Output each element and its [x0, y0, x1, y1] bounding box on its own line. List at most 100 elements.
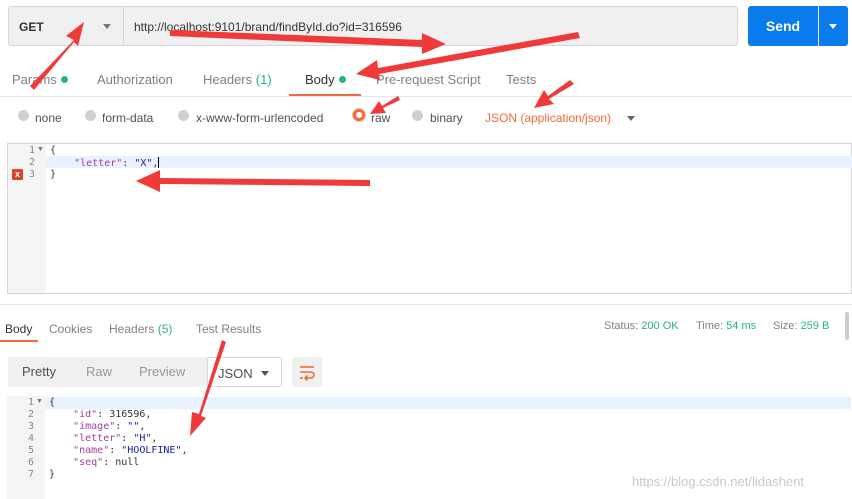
response-divider [0, 304, 852, 305]
tab-prerequest-script[interactable]: Pre-request Script [376, 72, 481, 87]
preview-button[interactable]: Preview [139, 357, 185, 387]
json-value: "" [127, 421, 140, 432]
radio-form-data[interactable] [85, 110, 96, 121]
chevron-down-icon [261, 371, 269, 376]
method-label: GET [19, 20, 44, 34]
code-line: { [50, 145, 57, 156]
line-number: 6 [27, 457, 34, 468]
json-comma: , [145, 409, 152, 420]
line-number: 3 [27, 421, 34, 432]
radio-binary-label: binary [430, 111, 463, 125]
method-select[interactable]: GET [8, 6, 124, 46]
chevron-down-icon [829, 24, 837, 29]
tab-params[interactable]: Params [12, 72, 68, 87]
raw-button[interactable]: Raw [86, 357, 112, 387]
url-text: http://localhost:9101/brand/findById.do?… [134, 20, 402, 34]
response-tab-cookies[interactable]: Cookies [49, 322, 92, 336]
radio-raw-label: raw [371, 111, 391, 125]
send-button[interactable]: Send [748, 6, 818, 46]
code-line: "name": "HOOLFINE", [73, 445, 188, 456]
scrollbar-handle[interactable] [845, 312, 849, 340]
fold-arrow-icon[interactable]: ▼ [37, 146, 44, 153]
code-line: { [49, 397, 56, 408]
json-comma: , [151, 433, 158, 444]
response-format-select[interactable]: JSON [207, 357, 282, 387]
line-number: 1 [27, 397, 34, 408]
json-value: "H" [133, 433, 152, 444]
json-key: "letter" [74, 158, 123, 169]
chevron-down-icon [103, 24, 111, 29]
radio-urlencoded[interactable] [178, 110, 189, 121]
line-number: 2 [28, 157, 35, 168]
code-line: "image": "", [73, 421, 146, 432]
radio-raw[interactable] [353, 109, 365, 121]
active-line-highlight [45, 397, 851, 409]
content-type-select[interactable]: JSON (application/json) [485, 111, 611, 125]
active-dot-icon [338, 76, 346, 83]
time-label: Time: [696, 320, 724, 332]
json-separator: : [122, 158, 135, 169]
wrap-lines-icon [300, 366, 315, 382]
json-value: 316596 [109, 409, 146, 420]
radio-none[interactable] [18, 110, 29, 121]
line-number: 4 [27, 433, 34, 444]
send-options-button[interactable] [819, 6, 848, 46]
status-value: 200 OK [641, 320, 679, 332]
pretty-button[interactable]: Pretty [22, 357, 56, 387]
time-info[interactable]: Time: 54 ms [696, 320, 756, 332]
url-input[interactable]: http://localhost:9101/brand/findById.do?… [124, 6, 738, 46]
line-number: 3 [28, 169, 35, 180]
line-number: 2 [27, 409, 34, 420]
tab-authorization[interactable]: Authorization [97, 72, 173, 87]
radio-none-label: none [35, 111, 62, 125]
code-line: } [50, 169, 57, 180]
json-comma: , [181, 445, 188, 456]
radio-binary[interactable] [412, 110, 423, 121]
tab-body-label: Body [305, 72, 335, 87]
line-number: 1 [28, 145, 35, 156]
json-value: "X" [134, 158, 153, 169]
json-comma: , [139, 421, 146, 432]
tab-params-label: Params [12, 72, 57, 87]
code-line: "seq": null [73, 457, 140, 468]
tab-body[interactable]: Body [305, 72, 346, 87]
response-tab-test-results[interactable]: Test Results [196, 322, 261, 336]
active-line-highlight [46, 156, 852, 168]
tab-headers-label: Headers [203, 72, 253, 87]
radio-urlencoded-label: x-www-form-urlencoded [196, 111, 324, 125]
response-tab-headers[interactable]: Headers (5) [109, 322, 172, 336]
tab-headers-count: (1) [255, 72, 272, 87]
size-info[interactable]: Size: 259 B [773, 320, 829, 332]
text-cursor [158, 157, 160, 168]
radio-form-data-label: form-data [102, 111, 154, 125]
tab-headers[interactable]: Headers (1) [203, 72, 272, 87]
code-line: } [49, 469, 56, 480]
chevron-down-icon[interactable] [627, 116, 635, 121]
json-key: "letter" [73, 433, 122, 444]
request-body-editor[interactable]: 1 ▼ { 2 "letter": "X", x 3 } [7, 143, 852, 294]
response-format-label: JSON [218, 366, 253, 381]
json-value: null [115, 457, 140, 468]
tab-tests[interactable]: Tests [506, 72, 536, 87]
status-label: Status: [604, 320, 639, 332]
code-line: "letter": "X", [50, 157, 160, 170]
code-line: "id": 316596, [73, 409, 152, 420]
size-value: 259 B [800, 320, 830, 332]
size-label: Size: [773, 320, 798, 332]
tabs-divider [0, 96, 852, 97]
code-line: "letter": "H", [73, 433, 158, 444]
annotation-arrow [534, 80, 574, 108]
json-key: "image" [73, 421, 116, 432]
wrap-lines-button[interactable] [292, 357, 322, 387]
fold-arrow-icon[interactable]: ▼ [36, 398, 43, 405]
response-tab-headers-label: Headers [109, 322, 155, 336]
active-response-tab-indicator [0, 340, 38, 342]
line-number: 5 [27, 445, 34, 456]
response-tab-body[interactable]: Body [5, 322, 32, 336]
active-dot-icon [60, 76, 68, 83]
status-info: Status: 200 OK [604, 320, 679, 332]
watermark: https://blog.csdn.net/lidashent [632, 474, 805, 489]
line-number: 7 [27, 469, 34, 480]
json-value: "HOOLFINE" [121, 445, 182, 456]
time-value: 54 ms [726, 320, 757, 332]
